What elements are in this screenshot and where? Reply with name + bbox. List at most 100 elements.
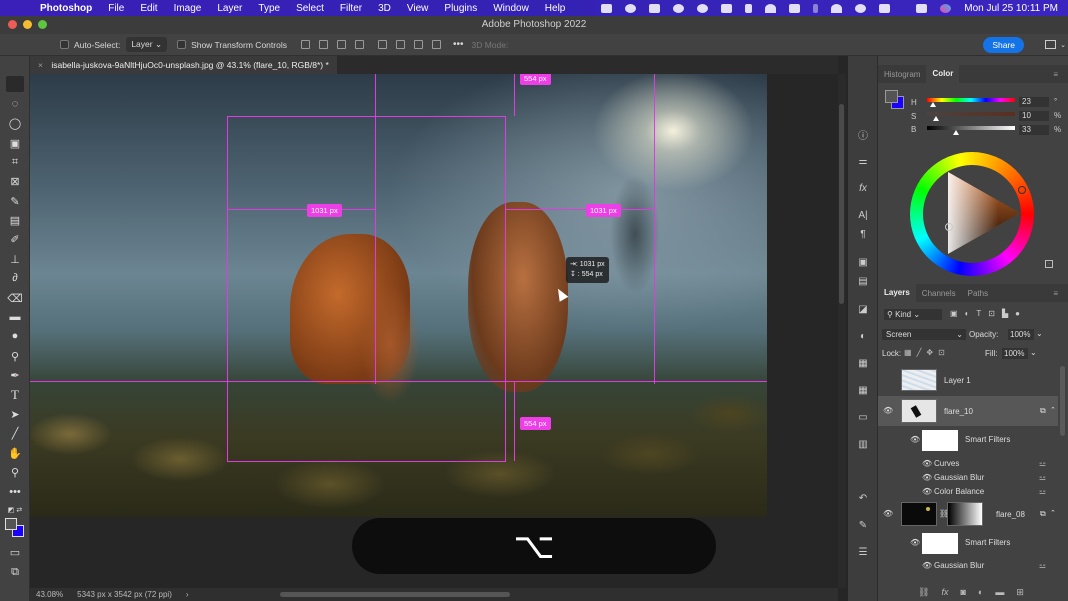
menu-help[interactable]: Help bbox=[545, 3, 566, 14]
layers-scrollbar[interactable] bbox=[1060, 366, 1065, 436]
visibility-eye-icon[interactable]: 👁 bbox=[922, 487, 932, 496]
saturation-value[interactable]: 10 bbox=[1019, 111, 1049, 121]
auto-select-checkbox[interactable] bbox=[60, 40, 69, 49]
screen-record-icon[interactable] bbox=[601, 3, 613, 13]
siri-icon[interactable] bbox=[940, 3, 952, 13]
guide-horizontal[interactable] bbox=[30, 381, 767, 382]
history-icon[interactable]: ↶ bbox=[857, 492, 869, 504]
visibility-eye-icon[interactable]: 👁 bbox=[910, 435, 920, 444]
history-brush-tool-icon[interactable]: ∂ bbox=[6, 270, 24, 286]
dropbox-icon[interactable] bbox=[649, 3, 661, 13]
swatches-icon[interactable]: ▦ bbox=[857, 384, 869, 396]
screen-mirror-icon[interactable] bbox=[721, 3, 733, 13]
eyedropper-tool-icon[interactable]: ✎ bbox=[6, 193, 24, 209]
user-account-icon[interactable] bbox=[855, 3, 867, 13]
filter-row[interactable]: 👁 Color Balance ⚍ bbox=[878, 485, 1058, 498]
quick-mask-icon[interactable]: ▭ bbox=[6, 544, 24, 560]
brightness-slider-thumb[interactable] bbox=[953, 130, 960, 135]
visibility-eye-icon[interactable]: 👁 bbox=[922, 473, 932, 482]
hue-picker-ring[interactable] bbox=[1018, 186, 1026, 194]
tab-layers[interactable]: Layers bbox=[878, 284, 916, 302]
path-selection-tool-icon[interactable]: ➤ bbox=[6, 406, 24, 422]
menu-file[interactable]: File bbox=[108, 3, 124, 14]
zoom-level[interactable]: 43.08% bbox=[36, 590, 63, 599]
menu-filter[interactable]: Filter bbox=[340, 3, 362, 14]
visibility-eye-icon[interactable]: 👁 bbox=[922, 561, 932, 570]
lock-position-icon[interactable]: ✥ bbox=[926, 348, 933, 357]
saturation-slider[interactable] bbox=[927, 112, 1015, 116]
filter-options-icon[interactable]: ⚍ bbox=[1039, 473, 1046, 482]
layer-name[interactable]: flare_08 bbox=[996, 510, 1025, 519]
app-status-icon[interactable] bbox=[697, 3, 709, 13]
collapse-effects-icon[interactable]: ⌃ bbox=[1050, 406, 1056, 414]
channels-icon[interactable]: ▥ bbox=[857, 438, 869, 450]
collapse-effects-icon[interactable]: ⌃ bbox=[1050, 509, 1056, 517]
filter-smart-object-icon[interactable]: ▙ bbox=[1002, 309, 1008, 318]
filter-toggle-icon[interactable]: ● bbox=[1015, 309, 1020, 318]
adjust-color-icon[interactable]: ◐ bbox=[857, 330, 869, 342]
tab-histogram[interactable]: Histogram bbox=[878, 70, 926, 79]
menu-window[interactable]: Window bbox=[493, 3, 529, 14]
canvas-vertical-scrollbar[interactable] bbox=[838, 74, 846, 588]
canvas-image[interactable] bbox=[30, 74, 767, 517]
link-layers-icon[interactable]: ⛓ bbox=[918, 587, 929, 598]
screen-mode-icon[interactable]: ⧉ bbox=[6, 564, 24, 580]
filter-options-icon[interactable]: ⚍ bbox=[1039, 487, 1046, 496]
canvas-horizontal-scrollbar[interactable] bbox=[280, 592, 510, 597]
visibility-eye-icon[interactable]: 👁 bbox=[883, 406, 893, 415]
layer-name[interactable]: flare_10 bbox=[944, 407, 973, 416]
filter-pixel-icon[interactable]: ▣ bbox=[950, 309, 958, 318]
audio-icon[interactable] bbox=[673, 3, 685, 13]
styles-fx-icon[interactable]: fx bbox=[857, 182, 869, 194]
patterns-icon[interactable]: ▦ bbox=[857, 357, 869, 369]
eraser-tool-icon[interactable]: ⌫ bbox=[6, 290, 24, 306]
fill-dropdown-icon[interactable]: ⌄ bbox=[1030, 348, 1037, 357]
hue-slider-thumb[interactable] bbox=[929, 102, 936, 107]
blend-mode-dropdown[interactable]: Screen ⌄ bbox=[882, 329, 966, 340]
datetime[interactable]: Mon Jul 25 10:11 PM bbox=[964, 3, 1058, 14]
menu-edit[interactable]: Edit bbox=[140, 3, 157, 14]
smart-filters-row[interactable]: 👁 Smart Filters bbox=[878, 428, 1058, 452]
gradients-icon[interactable]: ▭ bbox=[857, 411, 869, 423]
artboard-icon[interactable]: ◪ bbox=[857, 303, 869, 315]
color-wheel[interactable] bbox=[910, 152, 1034, 276]
visibility-eye-icon[interactable]: 👁 bbox=[910, 538, 920, 547]
creative-cloud-icon[interactable] bbox=[625, 3, 637, 13]
layer-row[interactable]: Layer 1 bbox=[878, 366, 1058, 394]
blur-tool-icon[interactable]: ● bbox=[6, 328, 24, 344]
align-left-icon[interactable] bbox=[300, 40, 310, 49]
lock-transparent-icon[interactable]: ▦ bbox=[904, 348, 912, 357]
edit-toolbar-icon[interactable]: ••• bbox=[6, 484, 24, 500]
frame-tool-icon[interactable]: ⊠ bbox=[6, 173, 24, 189]
menu-plugins[interactable]: Plugins bbox=[444, 3, 477, 14]
layer-name[interactable]: Layer 1 bbox=[944, 376, 971, 385]
gradient-tool-icon[interactable]: ▬ bbox=[6, 309, 24, 325]
distribute-horizontal-icon[interactable] bbox=[431, 40, 441, 49]
layer-filter-dropdown[interactable]: ⚲ Kind ⌄ bbox=[884, 309, 942, 320]
libraries-icon[interactable]: ▣ bbox=[857, 256, 869, 268]
bookmark-icon[interactable] bbox=[745, 3, 753, 13]
visibility-eye-icon[interactable]: 👁 bbox=[883, 509, 893, 518]
document-tab[interactable]: × isabella-juskova-9aNltHjuOc0-unsplash.… bbox=[30, 56, 337, 74]
opacity-dropdown-icon[interactable]: ⌄ bbox=[1036, 329, 1043, 338]
align-horizontal-center-icon[interactable] bbox=[318, 40, 328, 49]
add-mask-icon[interactable]: ◙ bbox=[960, 587, 965, 598]
zoom-tool-icon[interactable]: ⚲ bbox=[6, 464, 24, 480]
brightness-slider[interactable] bbox=[927, 126, 1015, 130]
layer-row[interactable]: 👁 ⛓ flare_08 ⧉ ⌃ bbox=[878, 500, 1058, 528]
hue-value[interactable]: 23 bbox=[1019, 97, 1049, 107]
color-picker-ring[interactable] bbox=[945, 223, 953, 231]
crop-tool-icon[interactable]: ⌗ bbox=[6, 154, 24, 170]
smart-filters-row[interactable]: 👁 Smart Filters bbox=[878, 531, 1058, 555]
layer-mask-thumbnail[interactable] bbox=[947, 502, 983, 526]
align-right-icon[interactable] bbox=[336, 40, 346, 49]
tab-paths[interactable]: Paths bbox=[962, 289, 994, 298]
auto-select-target-dropdown[interactable]: Layer ⌄ bbox=[126, 37, 168, 52]
menu-3d[interactable]: 3D bbox=[378, 3, 391, 14]
filter-type-icon[interactable]: T bbox=[976, 309, 981, 318]
guide-vertical[interactable] bbox=[375, 74, 376, 384]
object-selection-tool-icon[interactable]: ▣ bbox=[6, 135, 24, 151]
align-bottom-icon[interactable] bbox=[413, 40, 423, 49]
zoom-window-button[interactable] bbox=[38, 20, 47, 29]
tab-channels[interactable]: Channels bbox=[916, 289, 962, 298]
